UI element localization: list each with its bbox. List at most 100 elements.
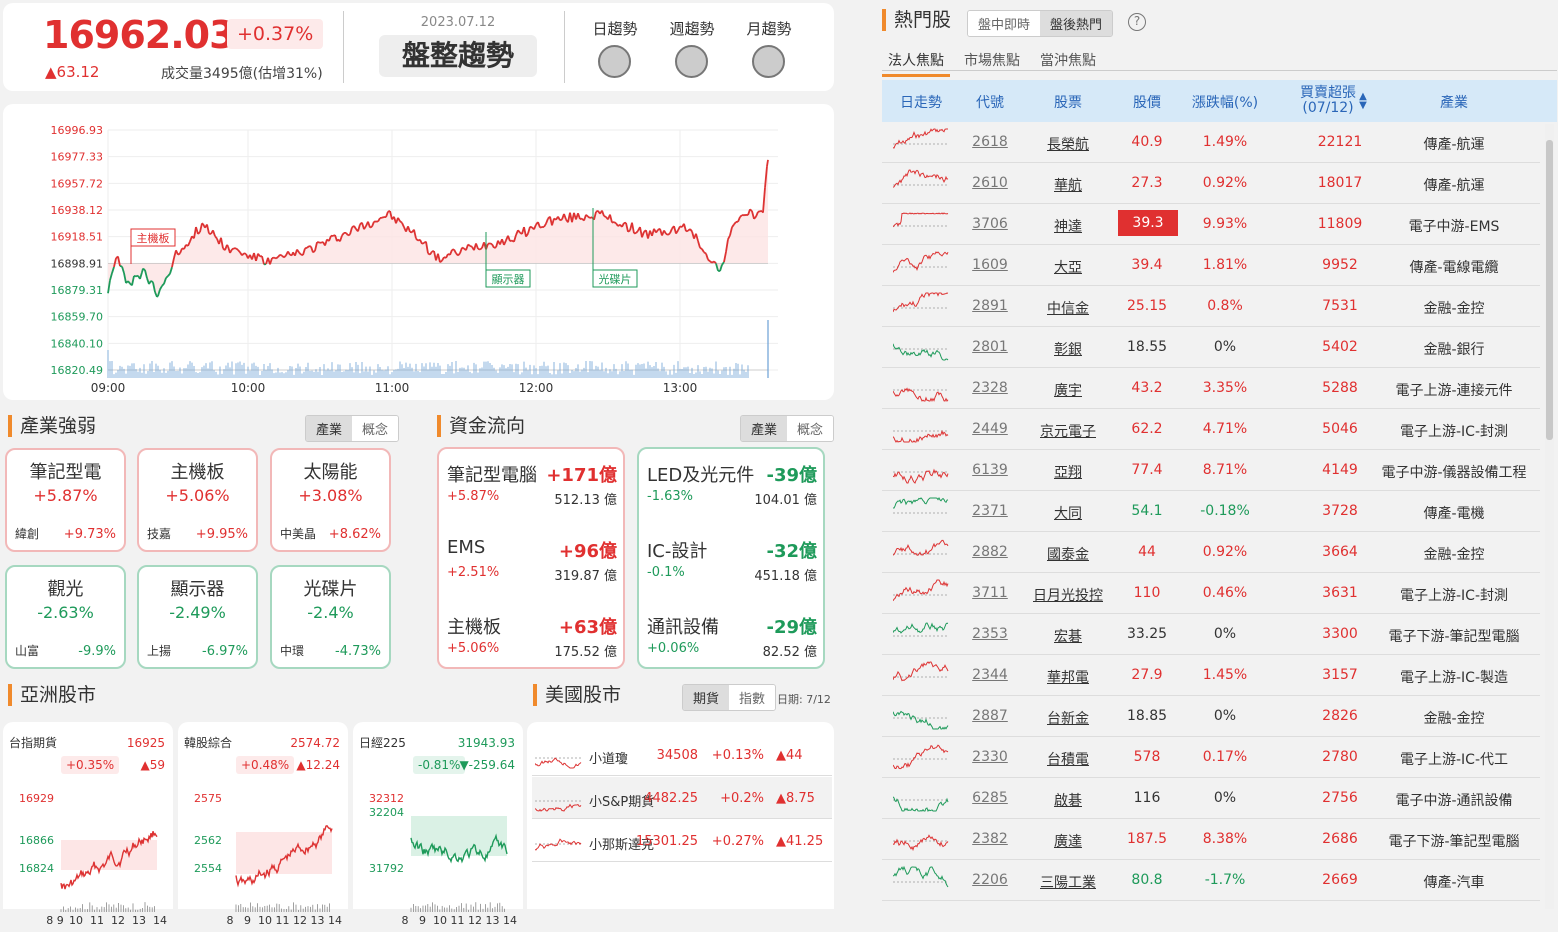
scrollbar[interactable] (1545, 124, 1554, 909)
segment-index[interactable]: 指數 (729, 685, 775, 710)
tile-stock[interactable]: 緯創 (15, 525, 39, 542)
stock-code[interactable]: 2891 (960, 298, 1020, 314)
stock-name[interactable]: 京元電子 (1028, 421, 1108, 441)
table-row[interactable]: 2330台積電5780.17%2780電子上游-IC-代工 (882, 737, 1540, 778)
intraday-chart[interactable]: 16996.9316977.3316957.7216938.1216918.51… (3, 104, 834, 400)
stock-name[interactable]: 大同 (1028, 503, 1108, 523)
stock-code[interactable]: 2330 (960, 749, 1020, 765)
monthly-trend-indicator[interactable] (752, 45, 785, 78)
weekly-trend-indicator[interactable] (675, 45, 708, 78)
asia-market-card[interactable]: 台指期貨16925+0.35%▲591692916866168248 91011… (3, 722, 173, 909)
table-row[interactable]: 2618長榮航40.91.49%22121傳產-航運 (882, 122, 1540, 163)
tab-institutional[interactable]: 法人焦點 (882, 46, 950, 77)
stock-name[interactable]: 國泰金 (1028, 544, 1108, 564)
industry-tile[interactable]: 觀光-2.63%山富-9.9% (5, 565, 126, 669)
tile-stock[interactable]: 中美晶 (280, 525, 316, 542)
table-row[interactable]: 3706神達39.39.93%11809電子中游-EMS (882, 204, 1540, 245)
stock-code[interactable]: 3711 (960, 585, 1020, 601)
table-row[interactable]: 2449京元電子62.24.71%5046電子上游-IC-封測 (882, 409, 1540, 450)
industry-segment[interactable]: 產業 概念 (305, 415, 399, 442)
segment-intraday[interactable]: 盤中即時 (968, 11, 1040, 36)
hot-segment[interactable]: 盤中即時 盤後熱門 (967, 10, 1113, 37)
stock-code[interactable]: 2382 (960, 831, 1020, 847)
stock-name[interactable]: 神達 (1028, 216, 1108, 236)
table-row[interactable]: 2382廣達187.58.38%2686電子下游-筆記型電腦 (882, 819, 1540, 860)
stock-name[interactable]: 廣達 (1028, 831, 1108, 851)
sort-icon[interactable]: ▲▼ (1356, 92, 1370, 110)
stock-name[interactable]: 長榮航 (1028, 134, 1108, 154)
tab-market[interactable]: 市場焦點 (958, 46, 1026, 77)
stock-code[interactable]: 2610 (960, 175, 1020, 191)
stock-code[interactable]: 2801 (960, 339, 1020, 355)
stock-name[interactable]: 廣宇 (1028, 380, 1108, 400)
us-segment[interactable]: 期貨 指數 (682, 684, 776, 711)
industry-tile[interactable]: 筆記型電+5.87%緯創+9.73% (5, 448, 126, 552)
stock-code[interactable]: 6285 (960, 790, 1020, 806)
stock-name[interactable]: 中信金 (1028, 298, 1108, 318)
segment-industry[interactable]: 產業 (741, 416, 787, 441)
stock-code[interactable]: 2618 (960, 134, 1020, 150)
table-row[interactable]: 2328廣宇43.23.35%5288電子上游-連接元件 (882, 368, 1540, 409)
stock-code[interactable]: 2344 (960, 667, 1020, 683)
table-row[interactable]: 6139亞翔77.48.71%4149電子中游-儀器設備工程 (882, 450, 1540, 491)
table-row[interactable]: 2344華邦電27.91.45%3157電子上游-IC-製造 (882, 655, 1540, 696)
asia-market-card[interactable]: 韓股綜合2574.72+0.48%▲12.2425752562255489101… (178, 722, 348, 909)
stock-code[interactable]: 3706 (960, 216, 1020, 232)
stock-name[interactable]: 大亞 (1028, 257, 1108, 277)
us-market-row[interactable]: 小那斯達克15301.25+0.27%▲41.25 (532, 820, 832, 862)
industry-tile[interactable]: 顯示器-2.49%上揚-6.97% (137, 565, 258, 669)
help-icon[interactable]: ? (1128, 13, 1146, 31)
stock-name[interactable]: 三陽工業 (1028, 872, 1108, 892)
us-market-row[interactable]: 小道瓊34508+0.13%▲44 (532, 734, 832, 776)
stock-name[interactable]: 日月光投控 (1028, 585, 1108, 605)
segment-industry[interactable]: 產業 (306, 416, 352, 441)
stock-code[interactable]: 2882 (960, 544, 1020, 560)
industry-tile[interactable]: 光碟片-2.4%中環-4.73% (270, 565, 391, 669)
stock-code[interactable]: 2328 (960, 380, 1020, 396)
stock-code[interactable]: 2887 (960, 708, 1020, 724)
table-row[interactable]: 2882國泰金440.92%3664金融-金控 (882, 532, 1540, 573)
stock-name[interactable]: 華邦電 (1028, 667, 1108, 687)
stock-name[interactable]: 台積電 (1028, 749, 1108, 769)
us-market-row[interactable]: 小S&P期貨4482.25+0.2%▲8.75 (532, 777, 832, 819)
tile-stock[interactable]: 技嘉 (147, 525, 171, 542)
table-row[interactable]: 6285啟碁1160%2756電子中游-通訊設備 (882, 778, 1540, 819)
stock-name[interactable]: 啟碁 (1028, 790, 1108, 810)
tab-daytrade[interactable]: 當沖焦點 (1034, 46, 1102, 77)
table-row[interactable]: 2801彰銀18.550%5402金融-銀行 (882, 327, 1540, 368)
industry-tile[interactable]: 主機板+5.06%技嘉+9.95% (137, 448, 258, 552)
stock-code[interactable]: 6139 (960, 462, 1020, 478)
table-row[interactable]: 2891中信金25.150.8%7531金融-金控 (882, 286, 1540, 327)
stock-name[interactable]: 華航 (1028, 175, 1108, 195)
flow-segment[interactable]: 產業 概念 (740, 415, 834, 442)
flow-outflow-card[interactable]: LED及光元件-39億-1.63%104.01 億IC-設計-32億-0.1%4… (637, 447, 825, 669)
flow-inflow-card[interactable]: 筆記型電腦+171億+5.87%512.13 億EMS+96億+2.51%319… (437, 447, 625, 669)
stock-name[interactable]: 宏碁 (1028, 626, 1108, 646)
table-row[interactable]: 2610華航27.30.92%18017傳產-航運 (882, 163, 1540, 204)
table-row[interactable]: 3711日月光投控1100.46%3631電子上游-IC-封測 (882, 573, 1540, 614)
segment-concept[interactable]: 概念 (787, 416, 833, 441)
tile-stock[interactable]: 上揚 (147, 642, 171, 659)
asia-market-card[interactable]: 日經22531943.93-0.81%▼-259.643231232204317… (353, 722, 523, 909)
scrollbar-thumb[interactable] (1546, 140, 1553, 440)
stock-code[interactable]: 1609 (960, 257, 1020, 273)
table-row[interactable]: 2887台新金18.850%2826金融-金控 (882, 696, 1540, 737)
stock-name[interactable]: 亞翔 (1028, 462, 1108, 482)
tile-stock[interactable]: 山富 (15, 642, 39, 659)
daily-trend-indicator[interactable] (598, 45, 631, 78)
industry-tile[interactable]: 太陽能+3.08%中美晶+8.62% (270, 448, 391, 552)
stock-code[interactable]: 2371 (960, 503, 1020, 519)
tile-stock[interactable]: 中環 (280, 642, 304, 659)
stock-code[interactable]: 2353 (960, 626, 1020, 642)
segment-after-hours[interactable]: 盤後熱門 (1040, 11, 1112, 36)
table-row[interactable]: 2371大同54.1-0.18%3728傳產-電機 (882, 491, 1540, 532)
stock-code[interactable]: 2449 (960, 421, 1020, 437)
segment-futures[interactable]: 期貨 (683, 685, 729, 710)
stock-name[interactable]: 彰銀 (1028, 339, 1108, 359)
stock-name[interactable]: 台新金 (1028, 708, 1108, 728)
table-row[interactable]: 2353宏碁33.250%3300電子下游-筆記型電腦 (882, 614, 1540, 655)
table-row[interactable]: 1609大亞39.41.81%9952傳產-電線電纜 (882, 245, 1540, 286)
table-row[interactable]: 2206三陽工業80.8-1.7%2669傳產-汽車 (882, 860, 1540, 901)
stock-code[interactable]: 2206 (960, 872, 1020, 888)
segment-concept[interactable]: 概念 (352, 416, 398, 441)
